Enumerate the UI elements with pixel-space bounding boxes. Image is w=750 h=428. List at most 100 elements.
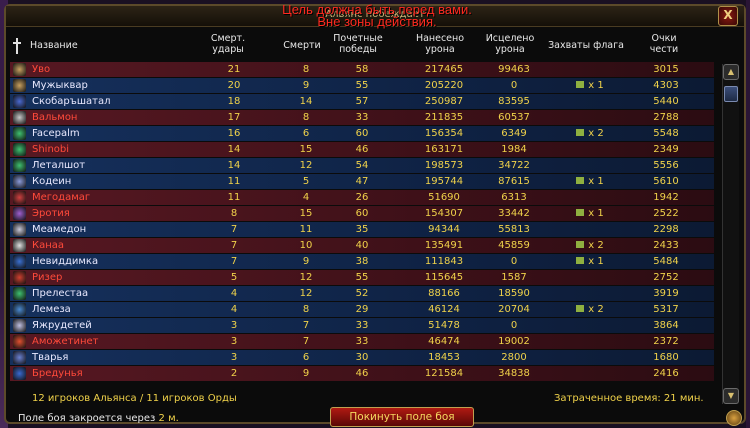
killing-blows-value: 21 xyxy=(227,64,241,75)
score-table: Уво 21 8 58 217465 99463 3015 Мужыквар 20 9 55 2052… xyxy=(10,62,714,390)
scroll-thumb[interactable] xyxy=(724,86,738,102)
honor-points-value: 2372 xyxy=(653,336,679,347)
killing-blows-value: 5 xyxy=(230,272,238,283)
honor-kills-value: 29 xyxy=(355,304,369,315)
honor-kills-value: 46 xyxy=(355,368,369,379)
flag-icon xyxy=(576,177,585,184)
class-icon xyxy=(13,207,26,220)
scrollbar[interactable]: ▲ ▼ xyxy=(722,64,739,404)
player-counts: 12 игроков Альянса / 11 игроков Орды xyxy=(32,393,237,404)
class-icon xyxy=(13,111,26,124)
close-notice-time: 2 м. xyxy=(158,413,179,424)
header-damage[interactable]: Нанесено урона xyxy=(410,33,470,55)
header-honor-points[interactable]: Очки чести xyxy=(636,33,692,55)
header-honor-kills[interactable]: Почетные победы xyxy=(328,33,388,55)
flag-captures-count: x 2 xyxy=(588,128,604,139)
damage-value: 94344 xyxy=(428,224,460,235)
flag-captures-value: x 1 xyxy=(560,254,620,269)
player-name: Уво xyxy=(32,64,51,75)
player-row[interactable]: Мегодамаг 11 4 26 51690 6313 1942 xyxy=(10,190,714,205)
header-honor-points-line2: чести xyxy=(649,44,679,55)
header-deaths[interactable]: Смерти xyxy=(274,40,330,51)
deaths-value: 8 xyxy=(302,112,310,123)
player-row[interactable]: Меамедон 7 11 35 94344 55813 2298 xyxy=(10,222,714,237)
healing-value: 0 xyxy=(510,256,518,267)
healing-value: 0 xyxy=(510,80,518,91)
killing-blows-value: 7 xyxy=(230,256,238,267)
class-icon xyxy=(13,335,26,348)
player-row[interactable]: Shinobi 14 15 46 163171 1984 2349 xyxy=(10,142,714,157)
deaths-value: 11 xyxy=(299,224,313,235)
class-icon xyxy=(13,143,26,156)
scroll-down-button[interactable]: ▼ xyxy=(723,388,739,404)
player-row[interactable]: Лемеза 4 8 29 46124 20704 5317 x 2 xyxy=(10,302,714,317)
flag-icon xyxy=(576,209,585,216)
player-name: Вальмон xyxy=(32,112,78,123)
player-row[interactable]: Ризер 5 12 55 115645 1587 2752 xyxy=(10,270,714,285)
honor-points-value: 2788 xyxy=(653,112,679,123)
flag-captures-count: x 1 xyxy=(588,80,604,91)
player-row[interactable]: Прелестаа 4 12 52 88166 18590 3919 xyxy=(10,286,714,301)
flag-captures-value: x 1 xyxy=(560,78,620,93)
damage-value: 250987 xyxy=(424,96,464,107)
player-name: Невиддимка xyxy=(32,256,99,267)
player-row[interactable]: Бредунья 2 9 46 121584 34838 2416 xyxy=(10,366,714,381)
battleground-close-notice: Поле боя закроется через 2 м. xyxy=(18,413,179,424)
player-name: Меамедон xyxy=(32,224,87,235)
class-icon xyxy=(13,319,26,332)
header-honor-kills-line2: победы xyxy=(339,44,377,55)
player-row[interactable]: Невиддимка 7 9 38 111843 0 5484 x 1 xyxy=(10,254,714,269)
player-name: Яжрудетей xyxy=(32,320,92,331)
damage-value: 88166 xyxy=(428,288,460,299)
header-killing-blows[interactable]: Смерт. удары xyxy=(200,33,256,55)
header-healing[interactable]: Исцелено урона xyxy=(480,33,540,55)
scroll-up-button[interactable]: ▲ xyxy=(723,64,739,80)
header-honor-kills-line1: Почетные xyxy=(333,33,383,44)
damage-value: 198573 xyxy=(424,160,464,171)
player-row[interactable]: Тварья 3 6 30 18453 2800 1680 xyxy=(10,350,714,365)
header-name[interactable]: Название xyxy=(30,40,78,51)
killing-blows-value: 17 xyxy=(227,112,241,123)
player-name: Кодеин xyxy=(32,176,72,187)
honor-points-value: 2522 xyxy=(653,208,679,219)
deaths-value: 15 xyxy=(299,208,313,219)
honor-kills-value: 55 xyxy=(355,272,369,283)
header-healing-line2: урона xyxy=(495,44,525,55)
healing-value: 34722 xyxy=(498,160,530,171)
honor-kills-value: 55 xyxy=(355,80,369,91)
player-row[interactable]: Уво 21 8 58 217465 99463 3015 xyxy=(10,62,714,77)
flag-icon xyxy=(576,241,585,248)
honor-points-value: 2752 xyxy=(653,272,679,283)
damage-value: 217465 xyxy=(424,64,464,75)
sort-icon[interactable] xyxy=(12,38,22,54)
flag-icon xyxy=(576,129,585,136)
healing-value: 1587 xyxy=(501,272,527,283)
player-row[interactable]: Леталшот 14 12 54 198573 34722 5556 xyxy=(10,158,714,173)
player-name: Прелестаа xyxy=(32,288,89,299)
player-row[interactable]: Эротия 8 15 60 154307 33442 2522 x 1 xyxy=(10,206,714,221)
player-row[interactable]: Кодеин 11 5 47 195744 87615 5610 x 1 xyxy=(10,174,714,189)
player-row[interactable]: Аможетинет 3 7 33 46474 19002 2372 xyxy=(10,334,714,349)
flag-captures-value: x 1 xyxy=(560,206,620,221)
player-row[interactable]: Яжрудетей 3 7 33 51478 0 3864 xyxy=(10,318,714,333)
player-row[interactable]: Канаа 7 10 40 135491 45859 2433 x 2 xyxy=(10,238,714,253)
header-flag-captures[interactable]: Захваты флага xyxy=(546,40,626,51)
honor-points-value: 5440 xyxy=(653,96,679,107)
player-name: Аможетинет xyxy=(32,336,99,347)
error-message-line-2: Вне зоны действия. xyxy=(317,14,437,29)
deaths-value: 10 xyxy=(299,240,313,251)
player-row[interactable]: Facepalm 16 6 60 156354 6349 5548 x 2 xyxy=(10,126,714,141)
player-name: Тварья xyxy=(32,352,69,363)
column-headers: Название Смерт. удары Смерти Почетные по… xyxy=(6,30,748,66)
healing-value: 34838 xyxy=(498,368,530,379)
flag-captures-value: x 1 xyxy=(560,174,620,189)
player-row[interactable]: Скобаръшатал 18 14 57 250987 83595 5440 xyxy=(10,94,714,109)
player-row[interactable]: Вальмон 17 8 33 211835 60537 2788 xyxy=(10,110,714,125)
damage-value: 205220 xyxy=(424,80,464,91)
honor-points-value: 1942 xyxy=(653,192,679,203)
class-icon xyxy=(13,271,26,284)
leave-battleground-button[interactable]: Покинуть поле боя xyxy=(330,407,474,427)
player-row[interactable]: Мужыквар 20 9 55 205220 0 4303 x 1 xyxy=(10,78,714,93)
class-icon xyxy=(13,191,26,204)
deaths-value: 8 xyxy=(302,64,310,75)
